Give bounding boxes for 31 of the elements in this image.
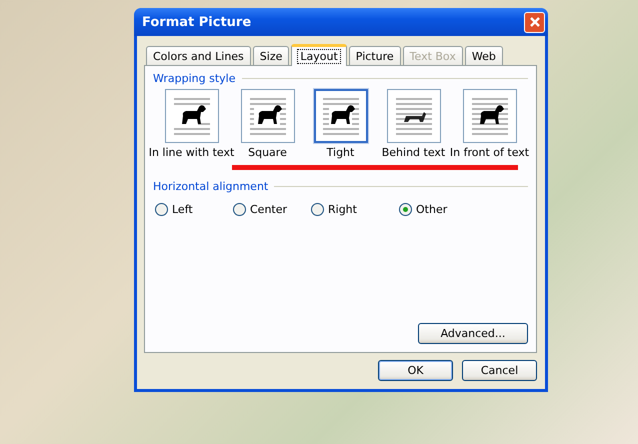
radio-label: Center xyxy=(250,203,288,216)
radio-button[interactable] xyxy=(311,203,324,216)
wrap-option-button[interactable] xyxy=(314,89,368,143)
close-icon xyxy=(528,16,540,28)
tab[interactable]: Size xyxy=(252,46,290,65)
tab[interactable]: Web xyxy=(464,46,503,65)
wrap-option-button[interactable] xyxy=(240,89,294,143)
wrap-option-label: Square xyxy=(248,146,287,159)
ok-button[interactable]: OK xyxy=(378,360,453,381)
radio-button[interactable] xyxy=(399,203,412,216)
cancel-button[interactable]: Cancel xyxy=(462,360,537,381)
wrap-option-label: In line with text xyxy=(148,146,234,159)
wrap-option-label: In front of text xyxy=(450,146,530,159)
group-heading: Wrapping style xyxy=(153,72,236,85)
tab[interactable]: Colors and Lines xyxy=(146,46,251,65)
wrap-option-label: Behind text xyxy=(382,146,446,159)
radio-label: Right xyxy=(328,203,357,216)
wrap-option-button[interactable] xyxy=(462,89,516,143)
wrap-option-label: Tight xyxy=(326,146,354,159)
advanced-button[interactable]: Advanced... xyxy=(418,323,528,344)
close-button[interactable] xyxy=(524,12,545,32)
radio-button[interactable] xyxy=(155,203,168,216)
window-title: Format Picture xyxy=(141,14,252,30)
tab[interactable]: Layout xyxy=(291,44,347,66)
radio-label: Other xyxy=(416,203,448,216)
group-heading: Horizontal alignment xyxy=(153,180,268,193)
radio-button[interactable] xyxy=(233,203,246,216)
wrap-option-button[interactable] xyxy=(164,89,218,143)
radio-label: Left xyxy=(172,203,193,216)
tab[interactable]: Picture xyxy=(348,46,401,65)
wrap-option-button[interactable] xyxy=(386,89,440,143)
